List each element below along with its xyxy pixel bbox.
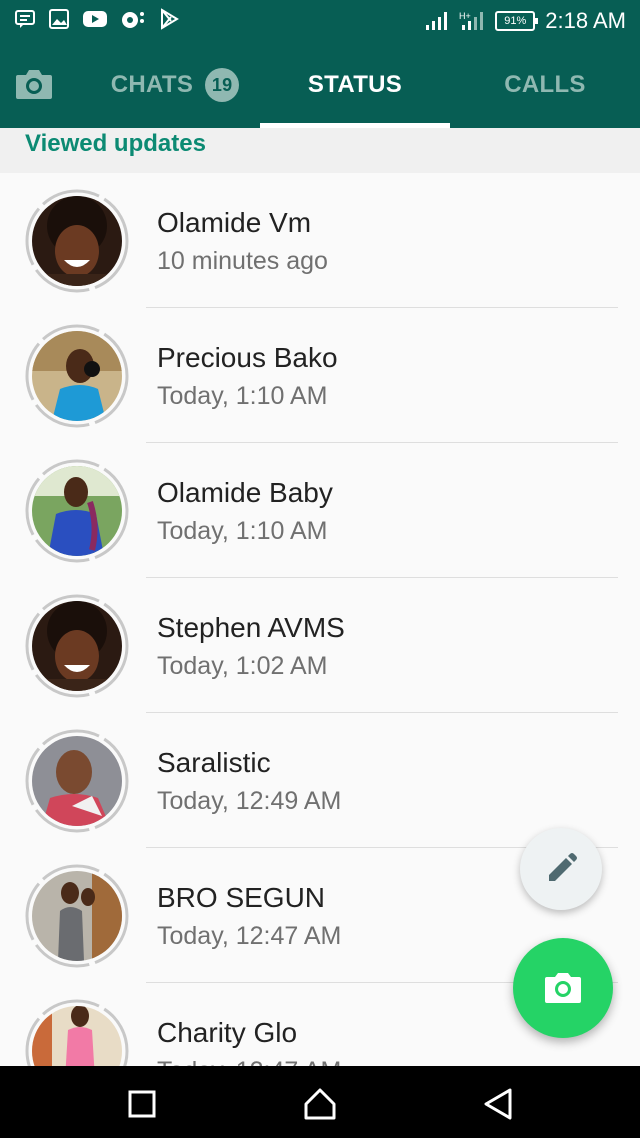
status-time: Today, 12:47 AM	[157, 922, 342, 950]
tab-status-label: STATUS	[307, 71, 403, 98]
navigation-bar	[0, 1066, 640, 1138]
back-button[interactable]	[478, 1084, 518, 1124]
tab-bar: CHATS 19 STATUS CALLS	[0, 42, 640, 128]
camera-icon	[16, 70, 52, 99]
status-ring	[24, 458, 130, 564]
svg-text:H+: H+	[459, 11, 471, 21]
recents-icon	[128, 1090, 156, 1118]
camera-icon	[545, 973, 581, 1003]
pencil-icon	[549, 853, 577, 881]
status-time: Today, 1:10 AM	[157, 517, 328, 545]
clock: 2:18 AM	[545, 8, 626, 33]
camera-tab[interactable]	[14, 66, 56, 106]
status-ring	[24, 863, 130, 969]
status-list[interactable]: Olamide Vm 10 minutes ago Precious Bako …	[0, 173, 640, 1066]
status-ring	[24, 998, 130, 1066]
avatar	[32, 466, 122, 556]
status-ring	[24, 323, 130, 429]
contact-name: Saralistic	[157, 747, 271, 778]
contact-name: Olamide Baby	[157, 477, 333, 508]
message-icon	[15, 10, 35, 28]
youtube-icon	[83, 11, 107, 27]
status-item[interactable]: Olamide Vm 10 minutes ago	[0, 173, 640, 308]
tab-status[interactable]: STATUS	[260, 42, 450, 128]
recents-button[interactable]	[122, 1084, 162, 1124]
avatar	[32, 196, 122, 286]
contact-name: Olamide Vm	[157, 207, 312, 238]
tab-calls[interactable]: CALLS	[450, 42, 640, 128]
avatar	[32, 871, 122, 961]
avatar	[32, 1006, 122, 1066]
contact-name: Precious Bako	[157, 342, 338, 373]
contact-name: BRO SEGUN	[157, 882, 326, 913]
home-button[interactable]	[300, 1084, 340, 1124]
status-item[interactable]: Saralistic Today, 12:49 AM	[0, 713, 640, 848]
notification-icon	[122, 12, 144, 28]
status-bar: H+ 91% 2:18 AM	[0, 0, 640, 42]
back-icon	[484, 1088, 512, 1120]
status-time: Today, 1:10 AM	[157, 382, 328, 410]
status-ring	[24, 593, 130, 699]
contact-name: Stephen AVMS	[157, 612, 345, 643]
status-time: 10 minutes ago	[157, 247, 328, 275]
image-icon	[49, 9, 69, 29]
battery-level: 91%	[504, 15, 527, 27]
section-title: Viewed updates	[25, 130, 206, 157]
avatar	[32, 736, 122, 826]
contact-name: Charity Glo	[157, 1017, 298, 1048]
section-header: Viewed updates	[0, 128, 640, 173]
unread-badge: 19	[205, 68, 240, 102]
status-ring	[24, 188, 130, 294]
avatar	[32, 601, 122, 691]
battery-icon: 91%	[495, 11, 539, 31]
status-time: Today, 12:49 AM	[157, 787, 342, 815]
avatar	[32, 331, 122, 421]
status-time: Today, 12:47 AM	[157, 1057, 341, 1066]
tab-chats-label: CHATS	[110, 71, 194, 98]
status-item[interactable]: Stephen AVMS Today, 1:02 AM	[0, 578, 640, 713]
status-time: Today, 1:02 AM	[157, 652, 328, 680]
status-ring	[24, 728, 130, 834]
tab-chats[interactable]: CHATS 19	[90, 42, 260, 128]
tab-calls-label: CALLS	[504, 71, 586, 98]
status-item[interactable]: Precious Bako Today, 1:10 AM	[0, 308, 640, 443]
signal-icon	[426, 12, 448, 30]
camera-status-button[interactable]	[513, 938, 613, 1038]
play-store-icon	[161, 8, 179, 30]
home-icon	[304, 1088, 336, 1120]
text-status-button[interactable]	[520, 828, 602, 910]
status-item[interactable]: Olamide Baby Today, 1:10 AM	[0, 443, 640, 578]
h-plus-signal-icon: H+	[459, 11, 484, 30]
